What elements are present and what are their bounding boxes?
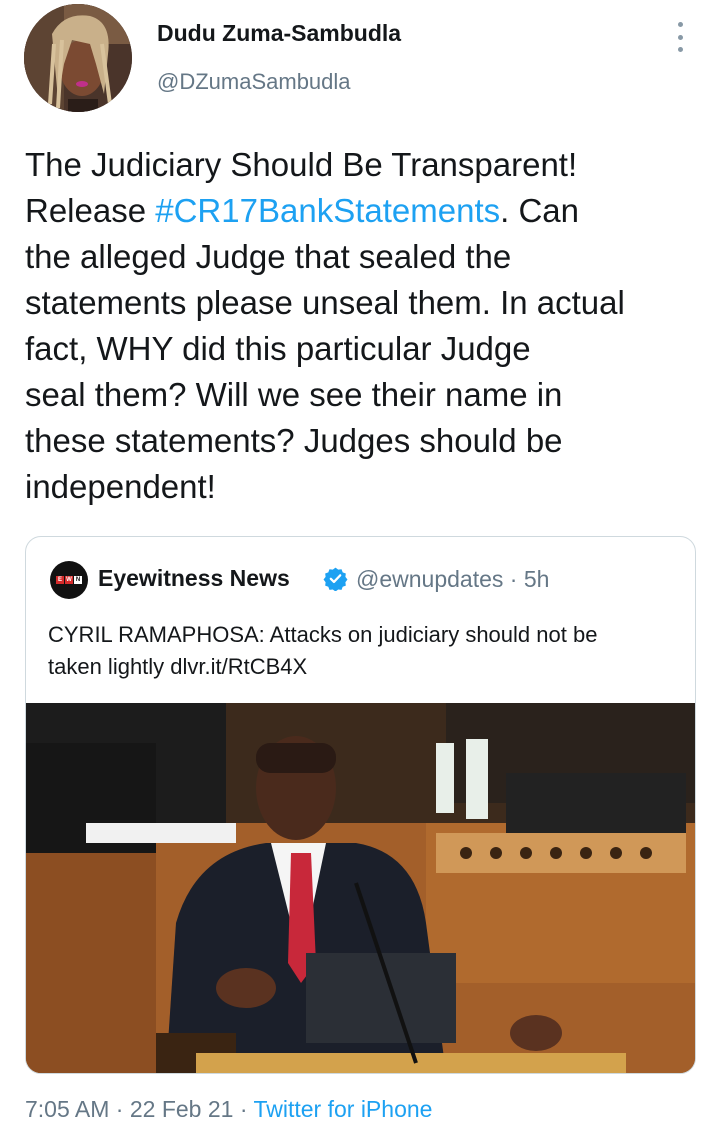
quoted-text-line: CYRIL RAMAPHOSA: Attacks on judiciary sh… xyxy=(48,622,598,647)
author-handle[interactable]: @DZumaSambudla xyxy=(157,69,351,95)
verified-badge-icon xyxy=(323,567,348,591)
tweet-detail: Dudu Zuma-Sambudla @DZumaSambudla The Ju… xyxy=(0,0,720,1123)
tweet-text-line: Release #CR17BankStatements. Can xyxy=(25,188,715,234)
tweet-text-line: statements please unseal them. In actual xyxy=(25,284,625,321)
tweet-text-line: independent! xyxy=(25,468,216,505)
tweet-text-line: these statements? Judges should be xyxy=(25,422,563,459)
tweet-text-segment: . Can xyxy=(500,192,579,229)
quoted-avatar[interactable]: E W N xyxy=(50,561,88,599)
hashtag-link[interactable]: #CR17BankStatements xyxy=(155,192,500,229)
author-avatar[interactable] xyxy=(24,4,132,112)
quoted-display-name[interactable]: Eyewitness News xyxy=(98,565,290,592)
logo-letter: N xyxy=(74,576,82,584)
quoted-text-line[interactable]: taken lightly dlvr.it/RtCB4X xyxy=(48,651,688,683)
tweet-text: The Judiciary Should Be Transparent! Rel… xyxy=(25,142,715,510)
quoted-tweet-card[interactable]: E W N Eyewitness News @ewnupdates · 5h C… xyxy=(25,536,696,1074)
separator-dot: · xyxy=(509,566,518,592)
logo-letter: W xyxy=(65,576,73,584)
quoted-timestamp[interactable]: 5h xyxy=(524,566,550,592)
logo-letter: E xyxy=(56,576,64,584)
tweet-metadata: 7:05 AM · 22 Feb 21 · Twitter for iPhone xyxy=(25,1096,432,1123)
author-display-name[interactable]: Dudu Zuma-Sambudla xyxy=(157,20,401,47)
ewn-logo-icon: E W N xyxy=(56,576,82,584)
tweet-source-link[interactable]: Twitter for iPhone xyxy=(253,1096,432,1122)
tweet-text-line: seal them? Will we see their name in xyxy=(25,376,563,413)
tweet-text-segment: Release xyxy=(25,192,156,229)
quoted-tweet-photo[interactable] xyxy=(26,703,695,1073)
tweet-time[interactable]: 7:05 AM xyxy=(25,1096,109,1122)
tweet-text-line: The Judiciary Should Be Transparent! xyxy=(25,146,578,183)
tweet-text-line: the alleged Judge that sealed the xyxy=(25,238,512,275)
more-options-icon[interactable] xyxy=(668,22,692,52)
quoted-handle-time: @ewnupdates · 5h xyxy=(356,566,549,593)
tweet-text-line: fact, WHY did this particular Judge xyxy=(25,330,531,367)
separator-dot: · xyxy=(233,1096,254,1122)
quoted-handle[interactable]: @ewnupdates xyxy=(356,566,503,592)
tweet-date[interactable]: 22 Feb 21 xyxy=(130,1096,234,1122)
separator-dot: · xyxy=(109,1096,130,1122)
quoted-tweet-text: CYRIL RAMAPHOSA: Attacks on judiciary sh… xyxy=(48,619,688,683)
